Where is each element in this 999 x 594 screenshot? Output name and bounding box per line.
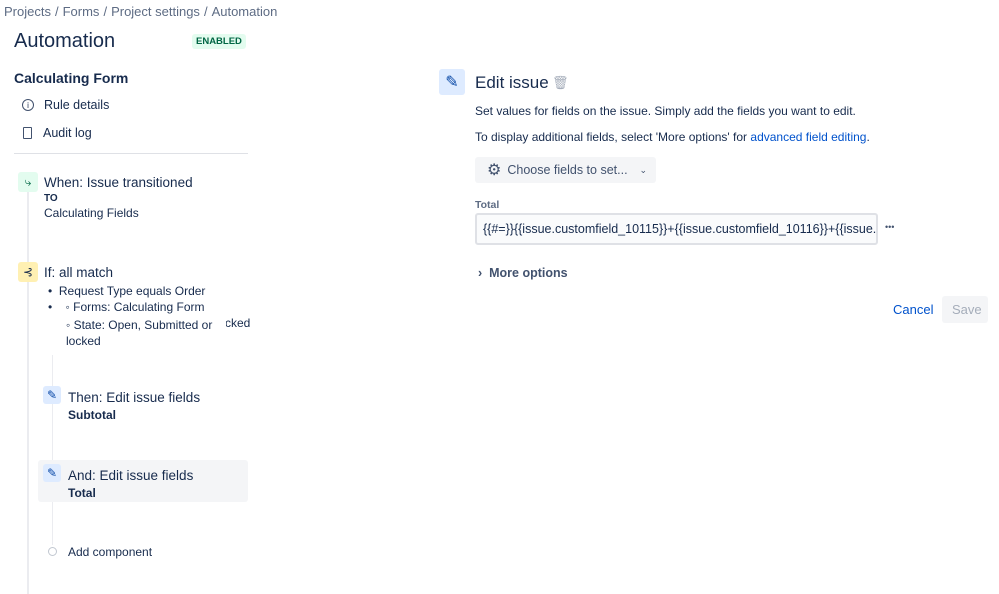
condition-item: • ◦ Forms: Calculating Form bbox=[48, 299, 250, 315]
panel-title: Edit issue bbox=[475, 73, 549, 93]
pencil-icon: ✎ bbox=[43, 464, 61, 482]
trigger-sub-value: Calculating Fields bbox=[44, 206, 139, 220]
more-actions-button[interactable]: ••• bbox=[885, 222, 894, 232]
condition-item: • Request Type equals Order bbox=[48, 283, 250, 299]
nav-rule-details[interactable]: i Rule details bbox=[22, 98, 109, 112]
add-circle-icon bbox=[48, 547, 57, 556]
rule-name: Calculating Form bbox=[14, 70, 128, 86]
pencil-icon: ✎ bbox=[43, 386, 61, 404]
advanced-field-editing-link[interactable]: advanced field editing bbox=[750, 130, 866, 144]
breadcrumb-project-settings[interactable]: Project settings bbox=[111, 4, 200, 19]
document-icon bbox=[23, 127, 32, 139]
add-component-button[interactable]: Add component bbox=[68, 545, 152, 559]
nav-audit-log[interactable]: Audit log bbox=[22, 126, 92, 140]
dropdown-label: Choose fields to set... bbox=[507, 163, 627, 177]
trigger-title[interactable]: When: Issue transitioned bbox=[44, 175, 193, 190]
page-title: Automation bbox=[14, 30, 115, 53]
condition-title[interactable]: If: all match bbox=[44, 265, 113, 280]
field-label: Total bbox=[475, 199, 499, 211]
separator: / bbox=[103, 4, 107, 19]
action-title[interactable]: Then: Edit issue fields bbox=[68, 390, 200, 405]
action-field: Subtotal bbox=[68, 408, 116, 422]
cancel-button[interactable]: Cancel bbox=[883, 296, 943, 323]
flow-line bbox=[52, 355, 53, 545]
breadcrumb: Projects/Forms/Project settings/Automati… bbox=[4, 4, 281, 19]
nav-label: Rule details bbox=[44, 98, 109, 112]
trigger-sub-label: TO bbox=[44, 193, 58, 204]
status-badge: ENABLED bbox=[192, 34, 246, 49]
action-field: Total bbox=[68, 486, 96, 500]
chevron-right-icon: › bbox=[478, 266, 482, 280]
trigger-step[interactable]: ⤷ bbox=[18, 172, 38, 192]
chevron-down-icon: ⌄ bbox=[640, 165, 648, 176]
breadcrumb-projects[interactable]: Projects bbox=[4, 4, 51, 19]
save-button[interactable]: Save bbox=[942, 296, 988, 323]
condition-item-wrap: ◦ State: Open, Submitted or locked bbox=[66, 317, 226, 349]
trash-icon[interactable]: 🗑 bbox=[552, 75, 569, 91]
panel-description: Set values for fields on the issue. Simp… bbox=[475, 104, 856, 118]
gear-icon: ⚙ bbox=[487, 160, 501, 180]
action-title[interactable]: And: Edit issue fields bbox=[68, 468, 193, 483]
breadcrumb-forms[interactable]: Forms bbox=[63, 4, 100, 19]
separator: / bbox=[204, 4, 208, 19]
choose-fields-dropdown[interactable]: ⚙ Choose fields to set... ⌄ bbox=[475, 157, 656, 183]
transition-icon: ⤷ bbox=[18, 172, 38, 192]
pencil-icon: ✎ bbox=[439, 69, 465, 95]
separator: / bbox=[55, 4, 59, 19]
flow-line bbox=[27, 190, 29, 594]
breadcrumb-automation[interactable]: Automation bbox=[212, 4, 278, 19]
divider bbox=[14, 153, 248, 154]
total-field-input[interactable]: {{#=}}{{issue.customfield_10115}}+{{issu… bbox=[475, 213, 878, 245]
info-icon: i bbox=[22, 99, 34, 111]
more-options-toggle[interactable]: › More options bbox=[478, 266, 568, 280]
branch-icon: ⊰ bbox=[18, 262, 38, 282]
nav-label: Audit log bbox=[43, 126, 92, 140]
panel-description-2: To display additional fields, select 'Mo… bbox=[475, 130, 870, 144]
